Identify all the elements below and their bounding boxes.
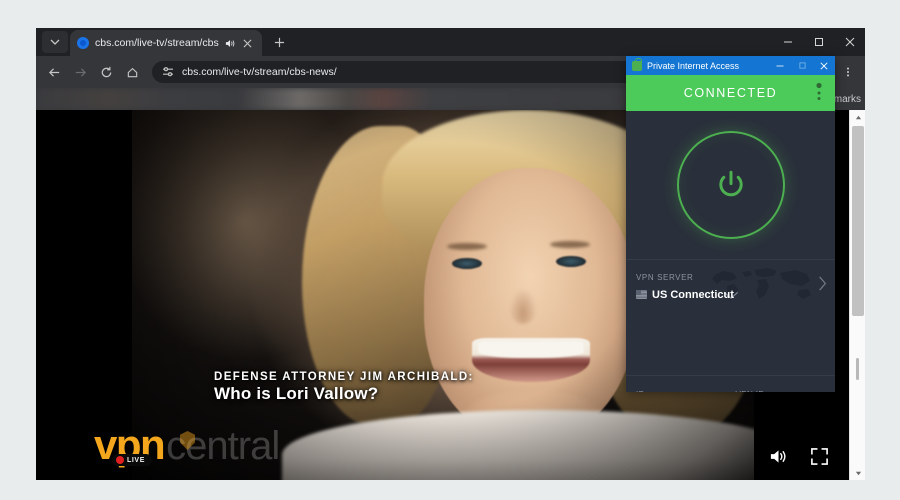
scrollbar-thumb[interactable] (852, 126, 864, 316)
tab-title: cbs.com/live-tv/stream/cbs (95, 37, 219, 49)
record-dot-icon (116, 456, 124, 464)
volume-button[interactable] (769, 447, 788, 466)
browser-window-controls (772, 28, 865, 56)
arrow-right-icon (75, 67, 86, 77)
pia-ip-row: IP VPN IP 173.239.232.30 (626, 375, 835, 392)
vpncentral-watermark: vpn central LIVE (94, 424, 280, 466)
pia-minimize-button[interactable] (769, 56, 791, 75)
maximize-icon (814, 38, 823, 46)
pia-server-chevron[interactable] (818, 276, 827, 291)
pia-maximize-button[interactable] (791, 56, 813, 75)
tab-strip: cbs.com/live-tv/stream/cbs (36, 28, 865, 56)
kebab-menu-icon (846, 67, 850, 77)
subtitle-speaker: DEFENSE ATTORNEY JIM ARCHIBALD: (214, 371, 474, 383)
pia-menu-button[interactable] (813, 82, 825, 102)
tune-icon[interactable] (162, 66, 174, 78)
minimize-icon (783, 41, 792, 43)
scrollbar-grip (856, 358, 859, 380)
reload-button[interactable] (94, 60, 118, 84)
screenshot-root: cbs.com/live-tv/stream/cbs cbs.com/live-… (0, 0, 900, 500)
pia-server-info: VPN SERVER US Connecticut (636, 267, 734, 301)
caret-down-icon (855, 471, 861, 475)
pia-vpn-ip-label: VPN IP (736, 390, 765, 392)
tab-search-button[interactable] (42, 31, 68, 53)
kebab-menu-icon (816, 82, 822, 100)
pia-server-name: US Connecticut (652, 288, 734, 301)
scrollbar-down-button[interactable] (850, 466, 865, 480)
chevron-right-icon (819, 276, 827, 291)
new-tab-button[interactable] (268, 30, 292, 54)
speaker-icon[interactable] (225, 38, 237, 49)
window-close-button[interactable] (834, 28, 865, 56)
live-badge: LIVE (112, 454, 152, 466)
fullscreen-icon (811, 448, 828, 465)
back-button[interactable] (42, 60, 66, 84)
volume-icon (770, 450, 786, 463)
pia-body: VPN SERVER US Connecticut IP (626, 111, 835, 392)
power-icon (718, 170, 743, 197)
pia-server-label: VPN SERVER (636, 272, 694, 282)
pia-vpn-ip: VPN IP 173.239.232.30 (736, 384, 826, 392)
caret-up-icon (855, 115, 861, 119)
home-icon (127, 67, 137, 77)
pia-ip-label: IP (636, 390, 644, 392)
us-flag-icon (636, 290, 647, 299)
close-icon (845, 37, 854, 47)
bookmarks-label: marks (833, 93, 861, 105)
forward-button[interactable] (68, 60, 92, 84)
pia-title-bar[interactable]: Private Internet Access (626, 56, 835, 75)
reload-icon (101, 66, 111, 77)
bookmarks-redacted (36, 88, 636, 110)
maximize-icon (798, 62, 806, 69)
pia-title-label: Private Internet Access (647, 60, 740, 71)
close-icon (820, 61, 828, 70)
browser-menu-button[interactable] (837, 60, 859, 84)
scrollbar-up-button[interactable] (850, 110, 865, 124)
address-bar-url: cbs.com/live-tv/stream/cbs-news/ (182, 66, 337, 78)
video-subtitles: DEFENSE ATTORNEY JIM ARCHIBALD: Who is L… (214, 371, 474, 404)
subtitle-text: Who is Lori Vallow? (214, 384, 379, 403)
pia-vpn-window: Private Internet Access CONNECTED VPN SE… (626, 56, 835, 392)
tab-close-button[interactable] (243, 39, 255, 48)
minimize-icon (776, 65, 784, 66)
cbs-favicon (77, 37, 89, 49)
pia-window-controls (769, 56, 835, 75)
video-controls (769, 447, 829, 466)
browser-tab[interactable]: cbs.com/live-tv/stream/cbs (70, 30, 262, 56)
arrow-left-icon (48, 67, 59, 77)
pia-status-label: CONNECTED (683, 86, 778, 100)
page-scrollbar[interactable] (849, 110, 865, 480)
window-maximize-button[interactable] (803, 28, 834, 56)
lock-icon (632, 57, 642, 71)
live-badge-label: LIVE (127, 456, 145, 464)
pia-connection-status: CONNECTED (626, 75, 835, 111)
pia-local-ip: IP (636, 384, 726, 392)
pia-close-button[interactable] (813, 56, 835, 75)
chevron-down-icon (50, 39, 60, 45)
pia-power-button[interactable] (676, 131, 785, 239)
fullscreen-button[interactable] (810, 447, 829, 466)
plus-icon (275, 37, 285, 47)
home-button[interactable] (120, 60, 144, 84)
window-minimize-button[interactable] (772, 28, 803, 56)
